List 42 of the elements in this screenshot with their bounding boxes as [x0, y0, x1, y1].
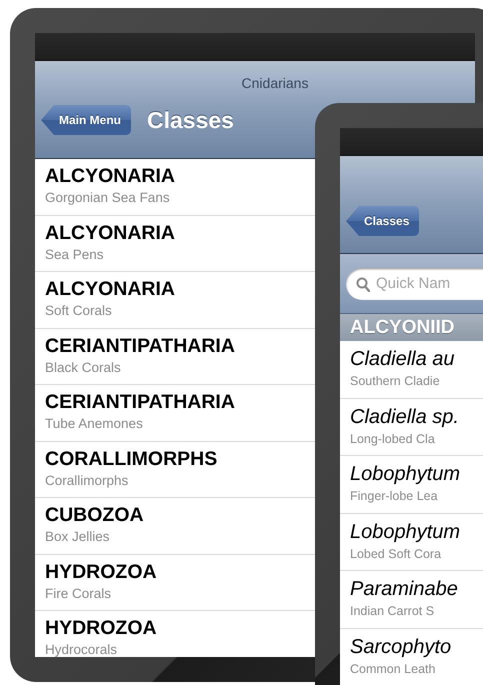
- item-title: ALCYONARIA: [45, 220, 175, 244]
- item-title: Paraminabe: [350, 577, 458, 601]
- item-title: Cladiella au: [350, 347, 455, 371]
- item-subtitle: Sea Pens: [45, 246, 104, 264]
- nav-subtitle: Cnidarians: [240, 75, 310, 91]
- item-subtitle: Common Leath: [350, 660, 436, 678]
- search-field[interactable]: Quick Nam: [346, 268, 483, 300]
- item-title: HYDROZOA: [45, 560, 157, 584]
- item-title: CERIANTIPATHARIA: [45, 390, 235, 414]
- list-item[interactable]: Cladiella sp. Long-lobed Cla: [340, 398, 483, 456]
- item-title: ALCYONARIA: [45, 164, 175, 188]
- item-title: Sarcophyto: [350, 634, 452, 658]
- list-item[interactable]: Paraminabe Indian Carrot S: [340, 571, 483, 628]
- item-title: Lobophytum: [350, 462, 460, 486]
- item-title: CERIANTIPATHARIA: [45, 334, 235, 358]
- item-title: HYDROZOA: [45, 616, 157, 640]
- list-item[interactable]: Cladiella au Southern Cladie: [340, 341, 483, 398]
- item-subtitle: Indian Carrot S: [350, 603, 434, 620]
- item-subtitle: Box Jellies: [45, 528, 110, 546]
- item-subtitle: Lobed Soft Cora: [350, 546, 442, 562]
- item-title: Lobophytum: [350, 520, 460, 544]
- item-subtitle: Tube Anemones: [45, 415, 143, 433]
- list-item[interactable]: Lobophytum Lobed Soft Cora: [340, 514, 483, 571]
- item-title: ALCYONARIA: [45, 277, 175, 301]
- item-subtitle: Finger-lobe Lea: [350, 488, 438, 505]
- section-header: ALCYONIID: [340, 314, 483, 341]
- item-title: Cladiella sp.: [350, 404, 459, 428]
- item-title: CUBOZOA: [45, 503, 144, 527]
- back-button[interactable]: Main Menu: [41, 105, 131, 135]
- list-item[interactable]: Sarcophyto Common Leath: [340, 628, 483, 685]
- item-subtitle: Long-lobed Cla: [350, 430, 435, 448]
- nav-title: Classes: [147, 106, 234, 134]
- item-title: CORALLIMORPHS: [45, 446, 218, 470]
- item-subtitle: Southern Cladie: [350, 373, 440, 390]
- item-subtitle: Corallimorphs: [45, 472, 128, 490]
- item-subtitle: Fire Corals: [45, 584, 112, 602]
- item-subtitle: Black Corals: [45, 358, 121, 376]
- list-item[interactable]: Lobophytum Finger-lobe Lea: [340, 456, 483, 514]
- item-subtitle: Soft Corals: [45, 302, 112, 320]
- back-button[interactable]: Classes: [346, 206, 420, 236]
- item-subtitle: Hydrocorals: [45, 641, 118, 657]
- item-subtitle: Gorgonian Sea Fans: [45, 189, 170, 207]
